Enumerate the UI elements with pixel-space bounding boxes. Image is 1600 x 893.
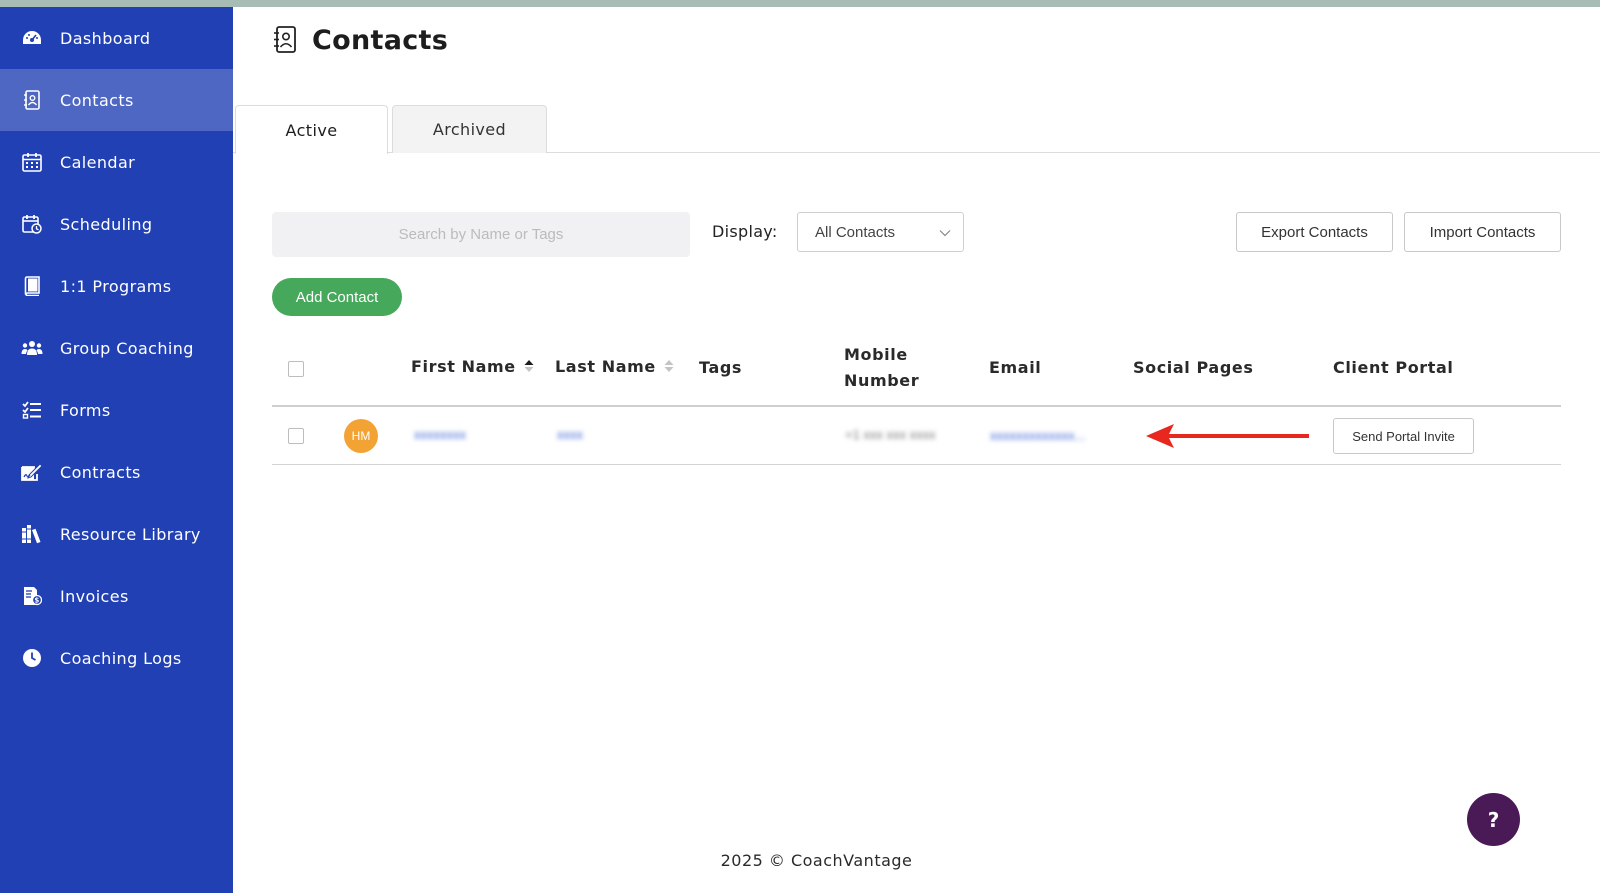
svg-text:$: $: [34, 597, 39, 605]
sidebar-item-label: Scheduling: [60, 214, 153, 234]
sidebar-item-label: Calendar: [60, 152, 136, 172]
sidebar-item-coaching-logs[interactable]: Coaching Logs: [0, 627, 233, 689]
calendar-icon: [21, 151, 43, 173]
column-header-social-pages: Social Pages: [1133, 358, 1254, 377]
page-title: Contacts: [312, 25, 449, 56]
sidebar-item-dashboard[interactable]: Dashboard: [0, 7, 233, 69]
first-name-link[interactable]: xxxxxxxx: [414, 427, 466, 442]
column-label: Last Name: [555, 357, 656, 376]
sidebar-item-contracts[interactable]: Contracts: [0, 441, 233, 503]
sidebar-item-label: Invoices: [60, 586, 129, 606]
column-label: Number: [844, 371, 920, 390]
column-header-last-name[interactable]: Last Name: [555, 354, 674, 381]
signature-icon: [21, 461, 43, 483]
display-label: Display:: [712, 222, 778, 241]
row-checkbox[interactable]: [288, 428, 304, 444]
help-button[interactable]: ?: [1467, 793, 1520, 846]
table-row-divider: [272, 464, 1561, 465]
tab-archived[interactable]: Archived: [392, 105, 547, 153]
sidebar-item-label: Resource Library: [60, 524, 201, 544]
column-label: Mobile: [844, 345, 908, 364]
send-portal-invite-button[interactable]: Send Portal Invite: [1333, 418, 1474, 454]
sidebar-item-label: Contacts: [60, 90, 134, 110]
import-contacts-button[interactable]: Import Contacts: [1404, 212, 1561, 252]
sort-icon: [664, 355, 674, 381]
sidebar-item-label: 1:1 Programs: [60, 276, 172, 296]
add-contact-button[interactable]: Add Contact: [272, 278, 402, 316]
clock-icon: [21, 647, 43, 669]
contacts-icon: [272, 25, 298, 55]
last-name-link[interactable]: xxxx: [557, 427, 583, 442]
library-icon: [21, 523, 43, 545]
dashboard-icon: [21, 27, 43, 49]
search-input[interactable]: [272, 212, 690, 257]
sidebar-item-invoices[interactable]: $ Invoices: [0, 565, 233, 627]
footer-copyright: 2025 © CoachVantage: [720, 851, 913, 870]
sidebar-item-calendar[interactable]: Calendar: [0, 131, 233, 193]
select-all-checkbox[interactable]: [288, 361, 304, 377]
sidebar-item-forms[interactable]: Forms: [0, 379, 233, 441]
email-link[interactable]: xxxxxxxxxxxxx...: [990, 428, 1085, 443]
group-icon: [21, 337, 43, 359]
sidebar-item-resource-library[interactable]: Resource Library: [0, 503, 233, 565]
sidebar-item-contacts[interactable]: Contacts: [0, 69, 233, 131]
column-header-mobile: Mobile Number: [844, 342, 919, 394]
footer: 2025 © CoachVantage: [0, 851, 1600, 870]
contacts-icon: [21, 89, 43, 111]
mobile-number: +1 xxx xxx xxxx: [845, 427, 936, 442]
sidebar: Dashboard Contacts Calendar Scheduling 1…: [0, 7, 233, 893]
invoice-icon: $: [21, 585, 43, 607]
sort-ascending-icon: [524, 355, 534, 381]
sidebar-item-label: Group Coaching: [60, 338, 194, 358]
column-header-first-name[interactable]: First Name: [411, 354, 534, 381]
sidebar-item-programs[interactable]: 1:1 Programs: [0, 255, 233, 317]
sidebar-item-label: Contracts: [60, 462, 141, 482]
export-contacts-button[interactable]: Export Contacts: [1236, 212, 1393, 252]
table-header-divider: [272, 405, 1561, 407]
sidebar-item-scheduling[interactable]: Scheduling: [0, 193, 233, 255]
sidebar-item-label: Coaching Logs: [60, 648, 182, 668]
sidebar-item-label: Dashboard: [60, 28, 151, 48]
column-header-email: Email: [989, 358, 1042, 377]
display-select-value: All Contacts: [815, 223, 896, 241]
sidebar-item-group-coaching[interactable]: Group Coaching: [0, 317, 233, 379]
scheduling-icon: [21, 213, 43, 235]
display-select[interactable]: All Contacts: [797, 212, 964, 252]
column-label: First Name: [411, 357, 516, 376]
book-icon: [21, 275, 43, 297]
avatar: HM: [344, 419, 378, 453]
tab-active[interactable]: Active: [235, 105, 388, 154]
column-header-client-portal: Client Portal: [1333, 358, 1454, 377]
sidebar-item-label: Forms: [60, 400, 111, 420]
chevron-down-icon: [939, 226, 951, 238]
checklist-icon: [21, 399, 43, 421]
arrow-left-icon: [1146, 424, 1309, 448]
column-header-tags: Tags: [699, 358, 743, 377]
top-accent-bar: [0, 0, 1600, 7]
